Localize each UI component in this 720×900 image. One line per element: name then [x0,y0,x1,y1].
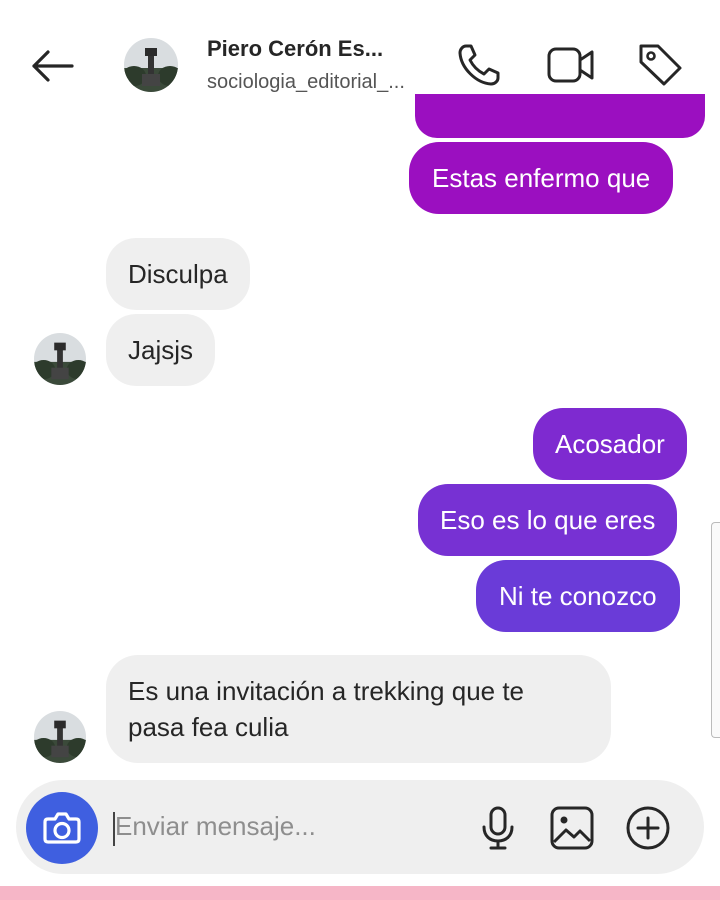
message-bubble-outgoing[interactable]: Estas enfermo que [409,142,674,214]
message-text-line: pasa fea culia [128,712,289,742]
message-text: Disculpa [128,259,228,289]
message-text: Estas enfermo que [432,163,651,193]
message-bubble-outgoing[interactable] [415,94,705,138]
message-text: Acosador [555,429,665,459]
message-text: Jajsjs [128,335,194,365]
phone-icon[interactable] [454,40,504,90]
contact-username[interactable]: sociologia_editorial_... [207,71,405,94]
back-arrow-icon[interactable] [26,44,78,88]
sender-avatar[interactable] [34,333,86,385]
sender-avatar[interactable] [34,711,86,763]
message-bubble-outgoing[interactable]: Ni te conozco [476,560,680,632]
message-text: Ni te conozco [499,581,657,611]
message-bubble-incoming[interactable]: Es una invitación a trekking que te pasa… [106,655,611,763]
navigation-bar [0,886,720,900]
message-bubble-incoming[interactable]: Disculpa [106,238,250,310]
message-text: Eso es lo que eres [440,505,656,535]
add-icon[interactable] [624,804,672,852]
contact-avatar[interactable] [124,38,178,92]
message-text-line: Es una invitación a trekking que te [128,676,525,706]
camera-icon [43,812,81,844]
message-bubble-incoming[interactable]: Jajsjs [106,314,216,386]
message-input[interactable]: Enviar mensaje... [115,811,316,842]
tag-icon[interactable] [636,40,686,90]
contact-name[interactable]: Piero Cerón Es... [207,36,383,62]
message-bubble-outgoing[interactable]: Eso es lo que eres [418,484,678,556]
gallery-icon[interactable] [548,804,596,852]
scrollbar-handle[interactable] [711,522,720,738]
video-call-icon[interactable] [546,40,596,90]
camera-button[interactable] [26,792,98,864]
message-bubble-outgoing[interactable]: Acosador [533,408,687,480]
microphone-icon[interactable] [474,804,522,852]
